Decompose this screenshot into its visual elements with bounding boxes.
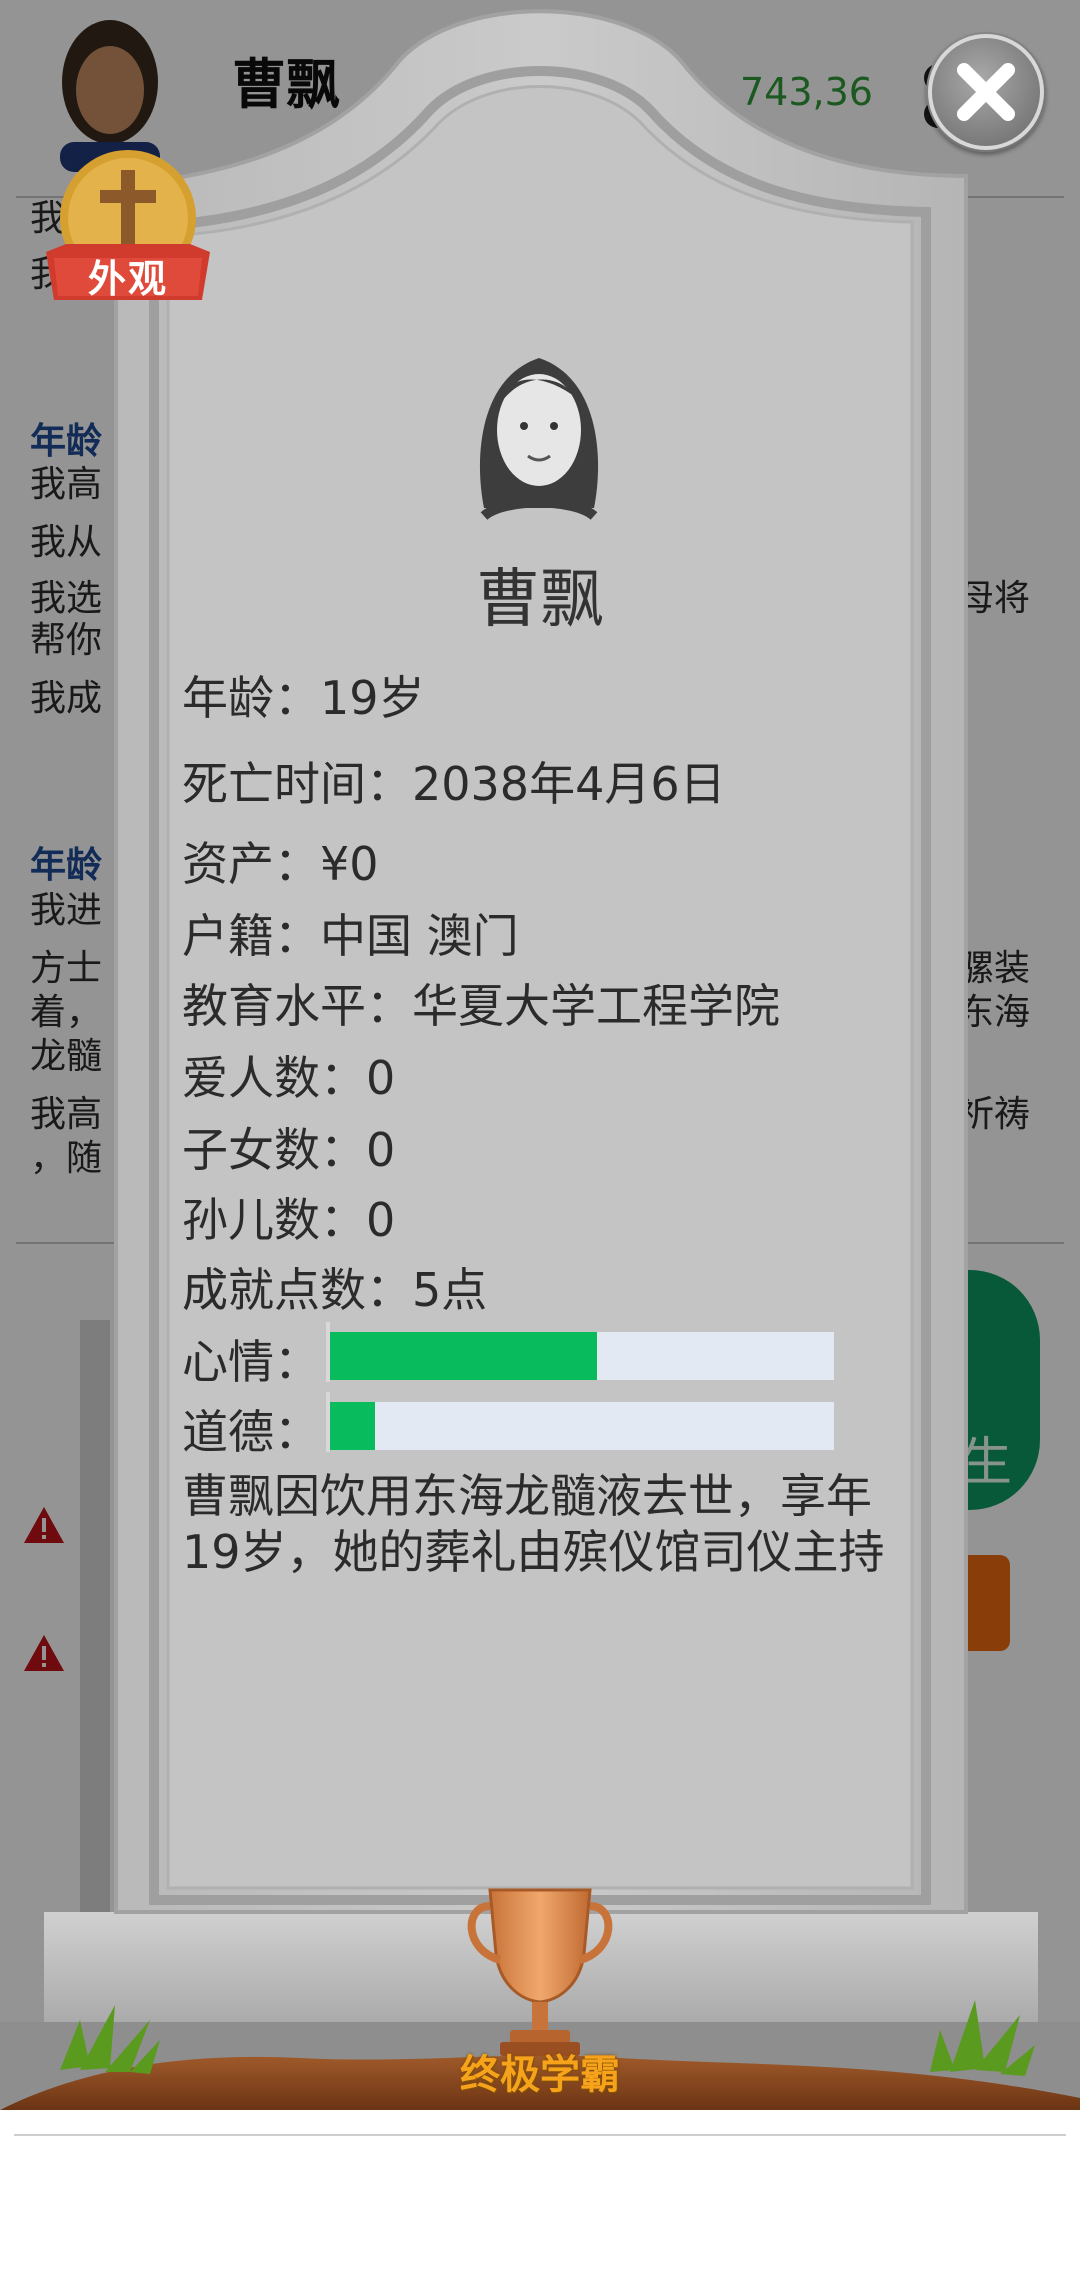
mood-bar bbox=[330, 1332, 834, 1380]
morality-label: 道德： bbox=[182, 1405, 320, 1459]
trophy-title: 终极学霸 bbox=[460, 2052, 620, 2098]
grandchildren-stat: 孙儿数：0 bbox=[182, 1193, 396, 1247]
children-stat: 子女数：0 bbox=[182, 1123, 396, 1177]
morality-bar bbox=[330, 1402, 834, 1450]
lovers-stat: 爱人数：0 bbox=[182, 1051, 396, 1105]
deceased-name: 曹飘 bbox=[476, 563, 604, 637]
achievement-stat: 成就点数：5点 bbox=[182, 1263, 488, 1317]
close-icon bbox=[928, 34, 1044, 150]
mood-bar-fill bbox=[330, 1332, 597, 1380]
bottom-area bbox=[0, 2110, 1080, 2280]
mood-label: 心情： bbox=[182, 1335, 320, 1389]
divider bbox=[14, 2134, 1066, 2136]
education-stat: 教育水平：华夏大学工程学院 bbox=[182, 979, 780, 1033]
hometown-stat: 户籍：中国 澳门 bbox=[182, 909, 519, 963]
epitaph-text: 曹飘因饮用东海龙髓液去世，享年19岁，她的葬礼由殡仪馆司仪主持 bbox=[182, 1469, 885, 1579]
tombstone bbox=[0, 9, 1080, 2110]
age-stat: 年龄：19岁 bbox=[182, 671, 425, 725]
outfit-label: 外观 bbox=[87, 257, 168, 301]
death-time-stat: 死亡时间：2038年4月6日 bbox=[182, 757, 726, 811]
morality-bar-fill bbox=[330, 1402, 375, 1450]
avatar-icon bbox=[479, 358, 599, 521]
assets-stat: 资产：¥0 bbox=[182, 837, 379, 891]
close-button[interactable] bbox=[926, 32, 1046, 152]
